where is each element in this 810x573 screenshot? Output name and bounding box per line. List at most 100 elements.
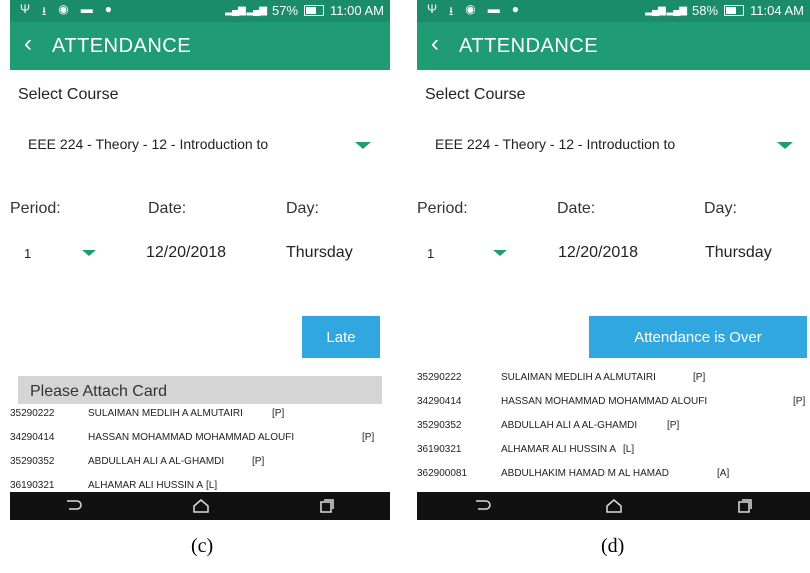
day-value: Thursday: [705, 244, 772, 261]
student-id: 362900081: [417, 468, 468, 479]
date-label: Date:: [557, 200, 596, 217]
student-name: SULAIMAN MEDLIH A ALMUTAIRI: [88, 408, 243, 419]
system-status: ▂▄▆ ▂▄▆ 58% 11:04 AM: [645, 3, 804, 18]
back-nav-icon[interactable]: [65, 499, 83, 513]
back-arrow-icon[interactable]: ‹: [24, 32, 32, 56]
late-button[interactable]: Late: [302, 316, 380, 358]
period-label: Period:: [417, 200, 468, 217]
student-name: ABDULHAKIM HAMAD M AL HAMAD: [501, 468, 669, 479]
attendance-status: [L]: [206, 480, 218, 491]
student-name: ALHAMAR ALI HUSSIN A: [501, 444, 617, 455]
signal-icon: ▂▄▆ ▂▄▆: [645, 5, 687, 16]
student-id: 35290352: [10, 456, 55, 467]
message-icon: ▬: [80, 2, 93, 16]
student-name: ALHAMAR ALI HUSSIN A: [88, 480, 204, 491]
system-status: ▂▄▆ ▂▄▆ 57% 11:00 AM: [225, 3, 384, 18]
notification-icons: Ψ ⭳ ◉ ▬ ●: [427, 2, 519, 23]
download-icon: ⭳: [449, 4, 454, 18]
eye-icon: ◉: [465, 2, 476, 16]
list-item: 35290352 ABDULLAH ALI A AL-GHAMDI [P]: [417, 414, 810, 438]
day-label: Day:: [286, 200, 319, 217]
circle-app-icon: ●: [511, 2, 519, 16]
student-name: ABDULLAH ALI A AL-GHAMDI: [88, 456, 225, 467]
course-selected-value: EEE 224 - Theory - 12 - Introduction to: [28, 136, 269, 152]
date-value: 12/20/2018: [558, 244, 639, 261]
phone-screen-c: Ψ ⭳ ◉ ▬ ● ▂▄▆ ▂▄▆ 57% 11:00 AM ‹ ATTENDA…: [10, 0, 390, 520]
student-id: 35290352: [417, 420, 462, 431]
list-item: 362900081 ABDULHAKIM HAMAD M AL HAMAD [A…: [417, 462, 810, 486]
download-icon: ⭳: [42, 4, 47, 18]
student-name: SULAIMAN MEDLIH A ALMUTAIRI: [501, 372, 656, 383]
caption-d: (d): [601, 535, 625, 557]
day-label: Day:: [704, 200, 737, 217]
navigation-bar: [417, 492, 810, 520]
battery-level: 57%: [272, 3, 299, 18]
day-value: Thursday: [286, 244, 353, 261]
student-list: 35290222 SULAIMAN MEDLIH A ALMUTAIRI [P]…: [417, 366, 810, 486]
status-bar: Ψ ⭳ ◉ ▬ ● ▂▄▆ ▂▄▆ 58% 11:04 AM: [417, 0, 810, 22]
app-bar: ‹ ATTENDANCE: [417, 22, 810, 70]
navigation-bar: [10, 492, 390, 520]
student-id: 36190321: [417, 444, 462, 455]
select-course-label: Select Course: [18, 86, 119, 103]
period-value: 1: [427, 246, 435, 261]
notification-icons: Ψ ⭳ ◉ ▬ ●: [20, 2, 112, 23]
list-item: 35290222 SULAIMAN MEDLIH A ALMUTAIRI [P]: [10, 402, 390, 426]
battery-icon: [724, 5, 745, 16]
date-label: Date:: [148, 200, 187, 217]
period-value: 1: [24, 246, 32, 261]
student-id: 34290414: [417, 396, 462, 407]
signal-icon: ▂▄▆ ▂▄▆: [225, 5, 267, 16]
back-arrow-icon[interactable]: ‹: [431, 32, 439, 56]
caption-c: (c): [191, 535, 214, 557]
dropdown-arrow-icon: [777, 142, 793, 149]
period-dropdown[interactable]: 1: [10, 238, 120, 268]
back-nav-icon[interactable]: [474, 499, 492, 513]
circle-app-icon: ●: [104, 2, 112, 16]
list-item: 35290352 ABDULLAH ALI A AL-GHAMDI [P]: [10, 450, 390, 474]
usb-icon: Ψ: [20, 2, 31, 16]
attach-card-banner: Please Attach Card: [18, 376, 382, 404]
select-course-label: Select Course: [425, 86, 526, 103]
dropdown-arrow-icon: [355, 142, 371, 149]
attendance-status: [P]: [362, 432, 375, 443]
date-value: 12/20/2018: [146, 244, 227, 261]
student-name: HASSAN MOHAMMAD MOHAMMAD ALOUFI: [88, 432, 295, 443]
list-item: 34290414 HASSAN MOHAMMAD MOHAMMAD ALOUFI…: [417, 390, 810, 414]
dropdown-arrow-icon: [493, 250, 507, 256]
attendance-over-button[interactable]: Attendance is Over: [589, 316, 807, 358]
clock: 11:04 AM: [750, 3, 804, 18]
usb-icon: Ψ: [427, 2, 438, 16]
attendance-status: [P]: [272, 408, 285, 419]
message-icon: ▬: [487, 2, 500, 16]
attendance-status: [A]: [717, 468, 730, 479]
student-id: 36190321: [10, 480, 55, 491]
recent-apps-icon[interactable]: [319, 498, 335, 514]
list-item: 34290414 HASSAN MOHAMMAD MOHAMMAD ALOUFI…: [10, 426, 390, 450]
period-dropdown[interactable]: 1: [417, 238, 527, 268]
course-dropdown[interactable]: EEE 224 - Theory - 12 - Introduction to: [425, 128, 810, 162]
list-item: 35290222 SULAIMAN MEDLIH A ALMUTAIRI [P]: [417, 366, 810, 390]
attendance-status: [P]: [693, 372, 706, 383]
page-title: ATTENDANCE: [52, 35, 192, 57]
course-selected-value: EEE 224 - Theory - 12 - Introduction to: [435, 136, 676, 152]
attendance-status: [P]: [793, 396, 806, 407]
student-list: 35290222 SULAIMAN MEDLIH A ALMUTAIRI [P]…: [10, 402, 390, 498]
student-id: 35290222: [10, 408, 55, 419]
dropdown-arrow-icon: [82, 250, 96, 256]
attendance-status: [P]: [667, 420, 680, 431]
battery-level: 58%: [692, 3, 719, 18]
recent-apps-icon[interactable]: [737, 498, 753, 514]
eye-icon: ◉: [58, 2, 69, 16]
home-icon[interactable]: [192, 498, 210, 514]
student-id: 35290222: [417, 372, 462, 383]
course-dropdown[interactable]: EEE 224 - Theory - 12 - Introduction to: [18, 128, 390, 162]
home-icon[interactable]: [605, 498, 623, 514]
status-bar: Ψ ⭳ ◉ ▬ ● ▂▄▆ ▂▄▆ 57% 11:00 AM: [10, 0, 390, 22]
student-name: ABDULLAH ALI A AL-GHAMDI: [501, 420, 638, 431]
list-item: 36190321 ALHAMAR ALI HUSSIN A [L]: [417, 438, 810, 462]
battery-icon: [304, 5, 325, 16]
clock: 11:00 AM: [330, 3, 384, 18]
student-name: HASSAN MOHAMMAD MOHAMMAD ALOUFI: [501, 396, 708, 407]
student-id: 34290414: [10, 432, 55, 443]
